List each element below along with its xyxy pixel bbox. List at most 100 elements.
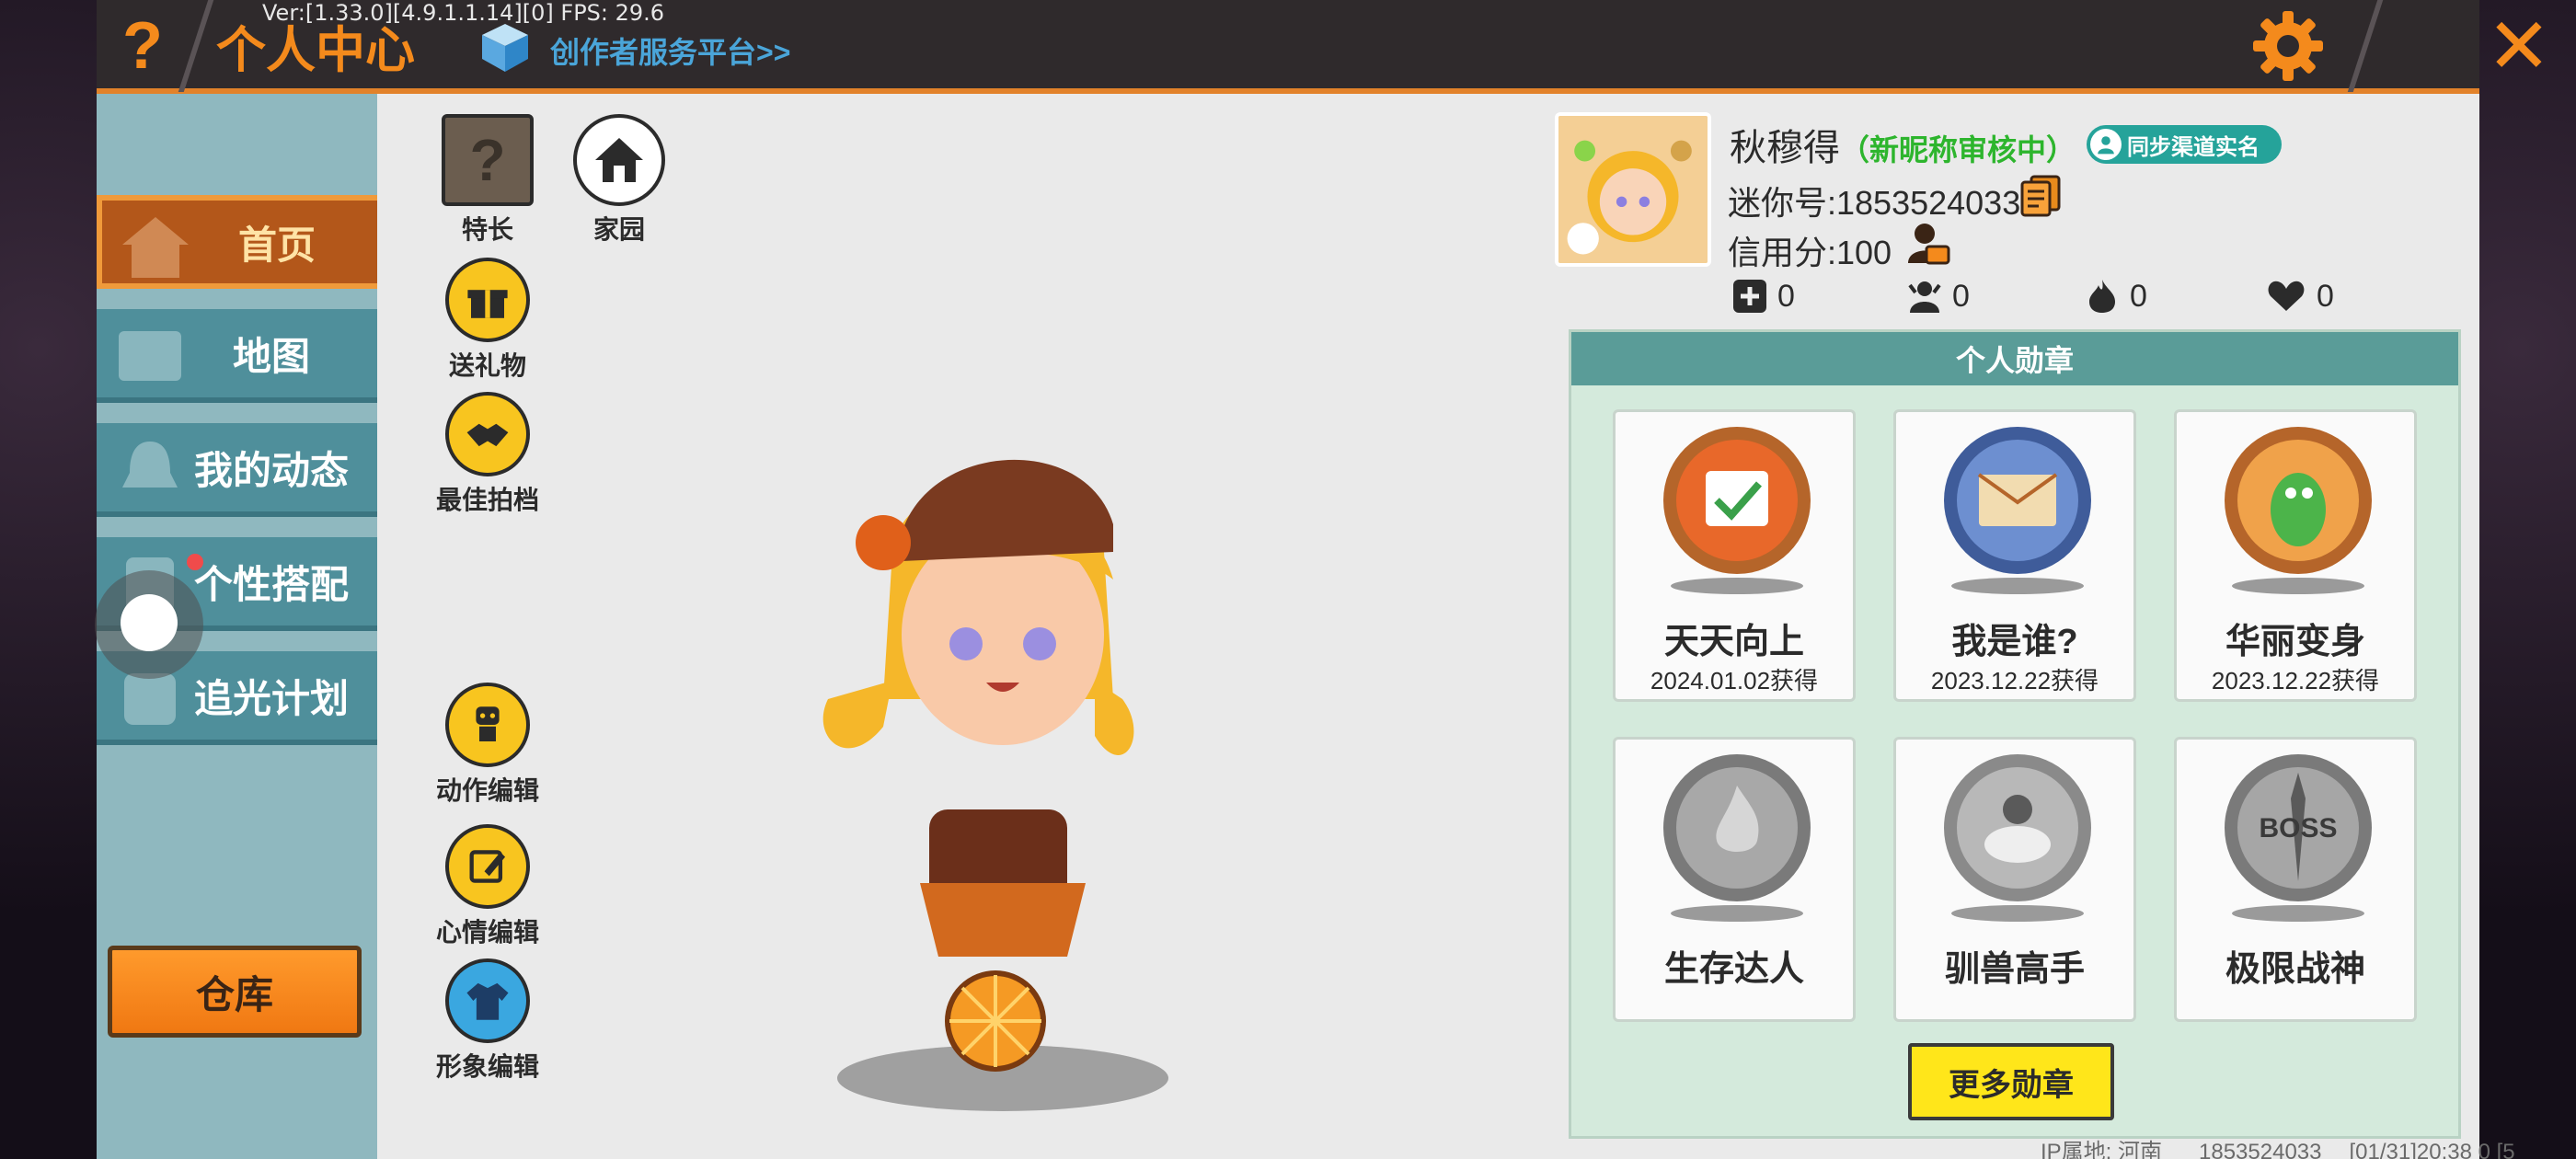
medal-name: 我是谁?	[1951, 623, 2078, 661]
credit-user-icon[interactable]	[1906, 221, 1950, 267]
question-block-icon: ?	[442, 114, 534, 206]
best-partner-button[interactable]: 最佳拍档	[428, 392, 547, 517]
stat-likes: 0	[2265, 278, 2334, 315]
cube-icon[interactable]	[478, 20, 532, 74]
handshake-icon	[445, 392, 530, 476]
right-backdrop	[2479, 0, 2576, 1159]
sidebar-item-label: 我的动态	[193, 448, 349, 492]
medal-shadow	[1671, 905, 1803, 922]
medal-shadow	[2232, 578, 2364, 594]
letter-medal-icon	[1944, 427, 2091, 574]
sidebar-item-label: 地图	[232, 334, 310, 378]
footer-uid: 1853524033	[2199, 1140, 2322, 1159]
rider-medal-icon	[1944, 754, 2091, 901]
medal-card[interactable]: 华丽变身 2023.12.22获得	[2174, 409, 2417, 702]
send-gift-label: 送礼物	[448, 351, 526, 380]
help-icon: ?	[122, 9, 163, 83]
house-icon	[573, 114, 665, 206]
close-button[interactable]: ✕	[2482, 3, 2556, 89]
sidebar-item-activity[interactable]: 我的动态	[97, 423, 377, 517]
gear-icon[interactable]	[2249, 7, 2327, 85]
medal-card[interactable]: 驯兽高手	[1893, 737, 2136, 1022]
avatar[interactable]	[1555, 112, 1711, 267]
action-edit-button[interactable]: 动作编辑	[428, 683, 547, 808]
dinosaur-medal-icon	[2225, 427, 2372, 574]
medal-name: 驯兽高手	[1944, 950, 2085, 989]
medal-card[interactable]: 生存达人	[1613, 737, 1856, 1022]
best-partner-label: 最佳拍档	[435, 486, 539, 514]
map-icon	[119, 331, 181, 381]
close-icon: ✕	[2486, 3, 2552, 89]
sync-realname-button[interactable]: 同步渠道实名	[2087, 125, 2282, 164]
medal-panel-header: 个人勋章	[1571, 332, 2458, 385]
mini-id: 迷你号:1853524033	[1728, 184, 2021, 222]
sidebar-item-label: 首页	[237, 223, 316, 267]
nickname-review-status: （新昵称审核中）	[1840, 133, 2076, 166]
edit-icon	[445, 824, 530, 909]
warehouse-label: 仓库	[195, 972, 273, 1016]
image-edit-button[interactable]: 形象编辑	[428, 958, 547, 1084]
close-divider	[2347, 0, 2384, 92]
medal-date: 2023.12.22获得	[2211, 667, 2380, 694]
character-avatar[interactable]	[791, 423, 1233, 1122]
nickname: 秋穆得	[1730, 128, 1840, 168]
medal-card[interactable]: 我是谁? 2023.12.22获得	[1893, 409, 2136, 702]
medal-panel: 个人勋章 天天向上 2024.01.02获得 我是谁? 2023.12.22获得…	[1569, 329, 2461, 1139]
flame-icon	[2089, 280, 2115, 313]
medal-date: 2024.01.02获得	[1650, 667, 1819, 694]
creator-platform-link[interactable]: 创作者服务平台>>	[550, 29, 790, 72]
top-bar: ? 个人中心 Ver:[1.33.0][4.9.1.1.14][0] FPS: …	[97, 0, 2551, 94]
mood-edit-button[interactable]: 心情编辑	[428, 824, 547, 949]
credit-score: 信用分:100	[1728, 234, 1892, 271]
send-gift-button[interactable]: 送礼物	[428, 258, 547, 383]
bell-icon	[122, 442, 178, 488]
action-edit-label: 动作编辑	[435, 776, 539, 805]
help-button[interactable]: ?	[106, 9, 179, 83]
clothes-icon	[445, 958, 530, 1043]
svg-text:BOSS: BOSS	[2259, 813, 2337, 843]
medal-shadow	[2232, 905, 2364, 922]
floating-joystick[interactable]	[95, 570, 203, 679]
medal-card[interactable]: BOSS 极限战神	[2174, 737, 2417, 1022]
more-medals-button[interactable]: 更多勋章	[1908, 1043, 2114, 1120]
gift-icon	[445, 258, 530, 342]
medal-panel-title: 个人勋章	[1955, 344, 2074, 377]
campfire-medal-icon	[1663, 754, 1811, 901]
medal-card[interactable]: 天天向上 2024.01.02获得	[1613, 409, 1856, 702]
sidebar-item-home[interactable]: 首页	[97, 195, 377, 289]
sync-realname-label: 同步渠道实名	[2127, 134, 2260, 160]
medal-shadow	[1951, 578, 2084, 594]
main-panel: ? 特长 家园 送礼物 最佳拍档 动作编辑 心情编辑 形象编辑 秋穆得 （新昵称…	[377, 94, 2479, 1159]
stat-value: 0	[2317, 278, 2334, 314]
sidebar-item-label: 个性搭配	[193, 562, 349, 606]
left-backdrop	[0, 0, 97, 1159]
boss-medal-icon: BOSS	[2225, 754, 2372, 901]
medal-name: 生存达人	[1663, 950, 1804, 989]
homeland-button[interactable]: 家园	[559, 114, 679, 247]
sidebar-item-label: 追光计划	[193, 676, 349, 720]
robot-icon	[445, 683, 530, 767]
medal-name: 天天向上	[1663, 623, 1804, 661]
joystick-knob[interactable]	[121, 594, 178, 651]
ip-location: IP属地: 河南	[2041, 1140, 2163, 1159]
specialty-button[interactable]: ? 特长	[428, 114, 547, 247]
warehouse-button[interactable]: 仓库	[108, 946, 362, 1038]
title-divider	[178, 0, 214, 92]
stat-value: 0	[2130, 278, 2147, 314]
footer-timestamp: [01/31]20:38 0 [5	[2349, 1140, 2515, 1159]
debug-overlay: Ver:[1.33.0][4.9.1.1.14][0] FPS: 29.6	[262, 0, 665, 26]
home-icon	[122, 217, 189, 278]
medal-shadow	[1951, 905, 2084, 922]
stat-fans: 0	[1906, 278, 1970, 315]
status-footer: IP属地: 河南 1853524033 [01/31]20:38 0 [5	[2041, 1133, 2515, 1159]
sidebar-item-map[interactable]: 地图	[97, 309, 377, 403]
likes-icon	[2268, 281, 2305, 311]
mood-edit-label: 心情编辑	[435, 918, 539, 947]
copy-icon[interactable]	[2020, 175, 2061, 217]
specialty-label: 特长	[461, 215, 513, 244]
stat-add-friend: 0	[1731, 278, 1795, 315]
add-friend-icon	[1733, 280, 1766, 313]
medal-date: 2023.12.22获得	[1930, 667, 2099, 694]
stat-value: 0	[1952, 278, 1970, 314]
stat-flame: 0	[2084, 278, 2147, 315]
